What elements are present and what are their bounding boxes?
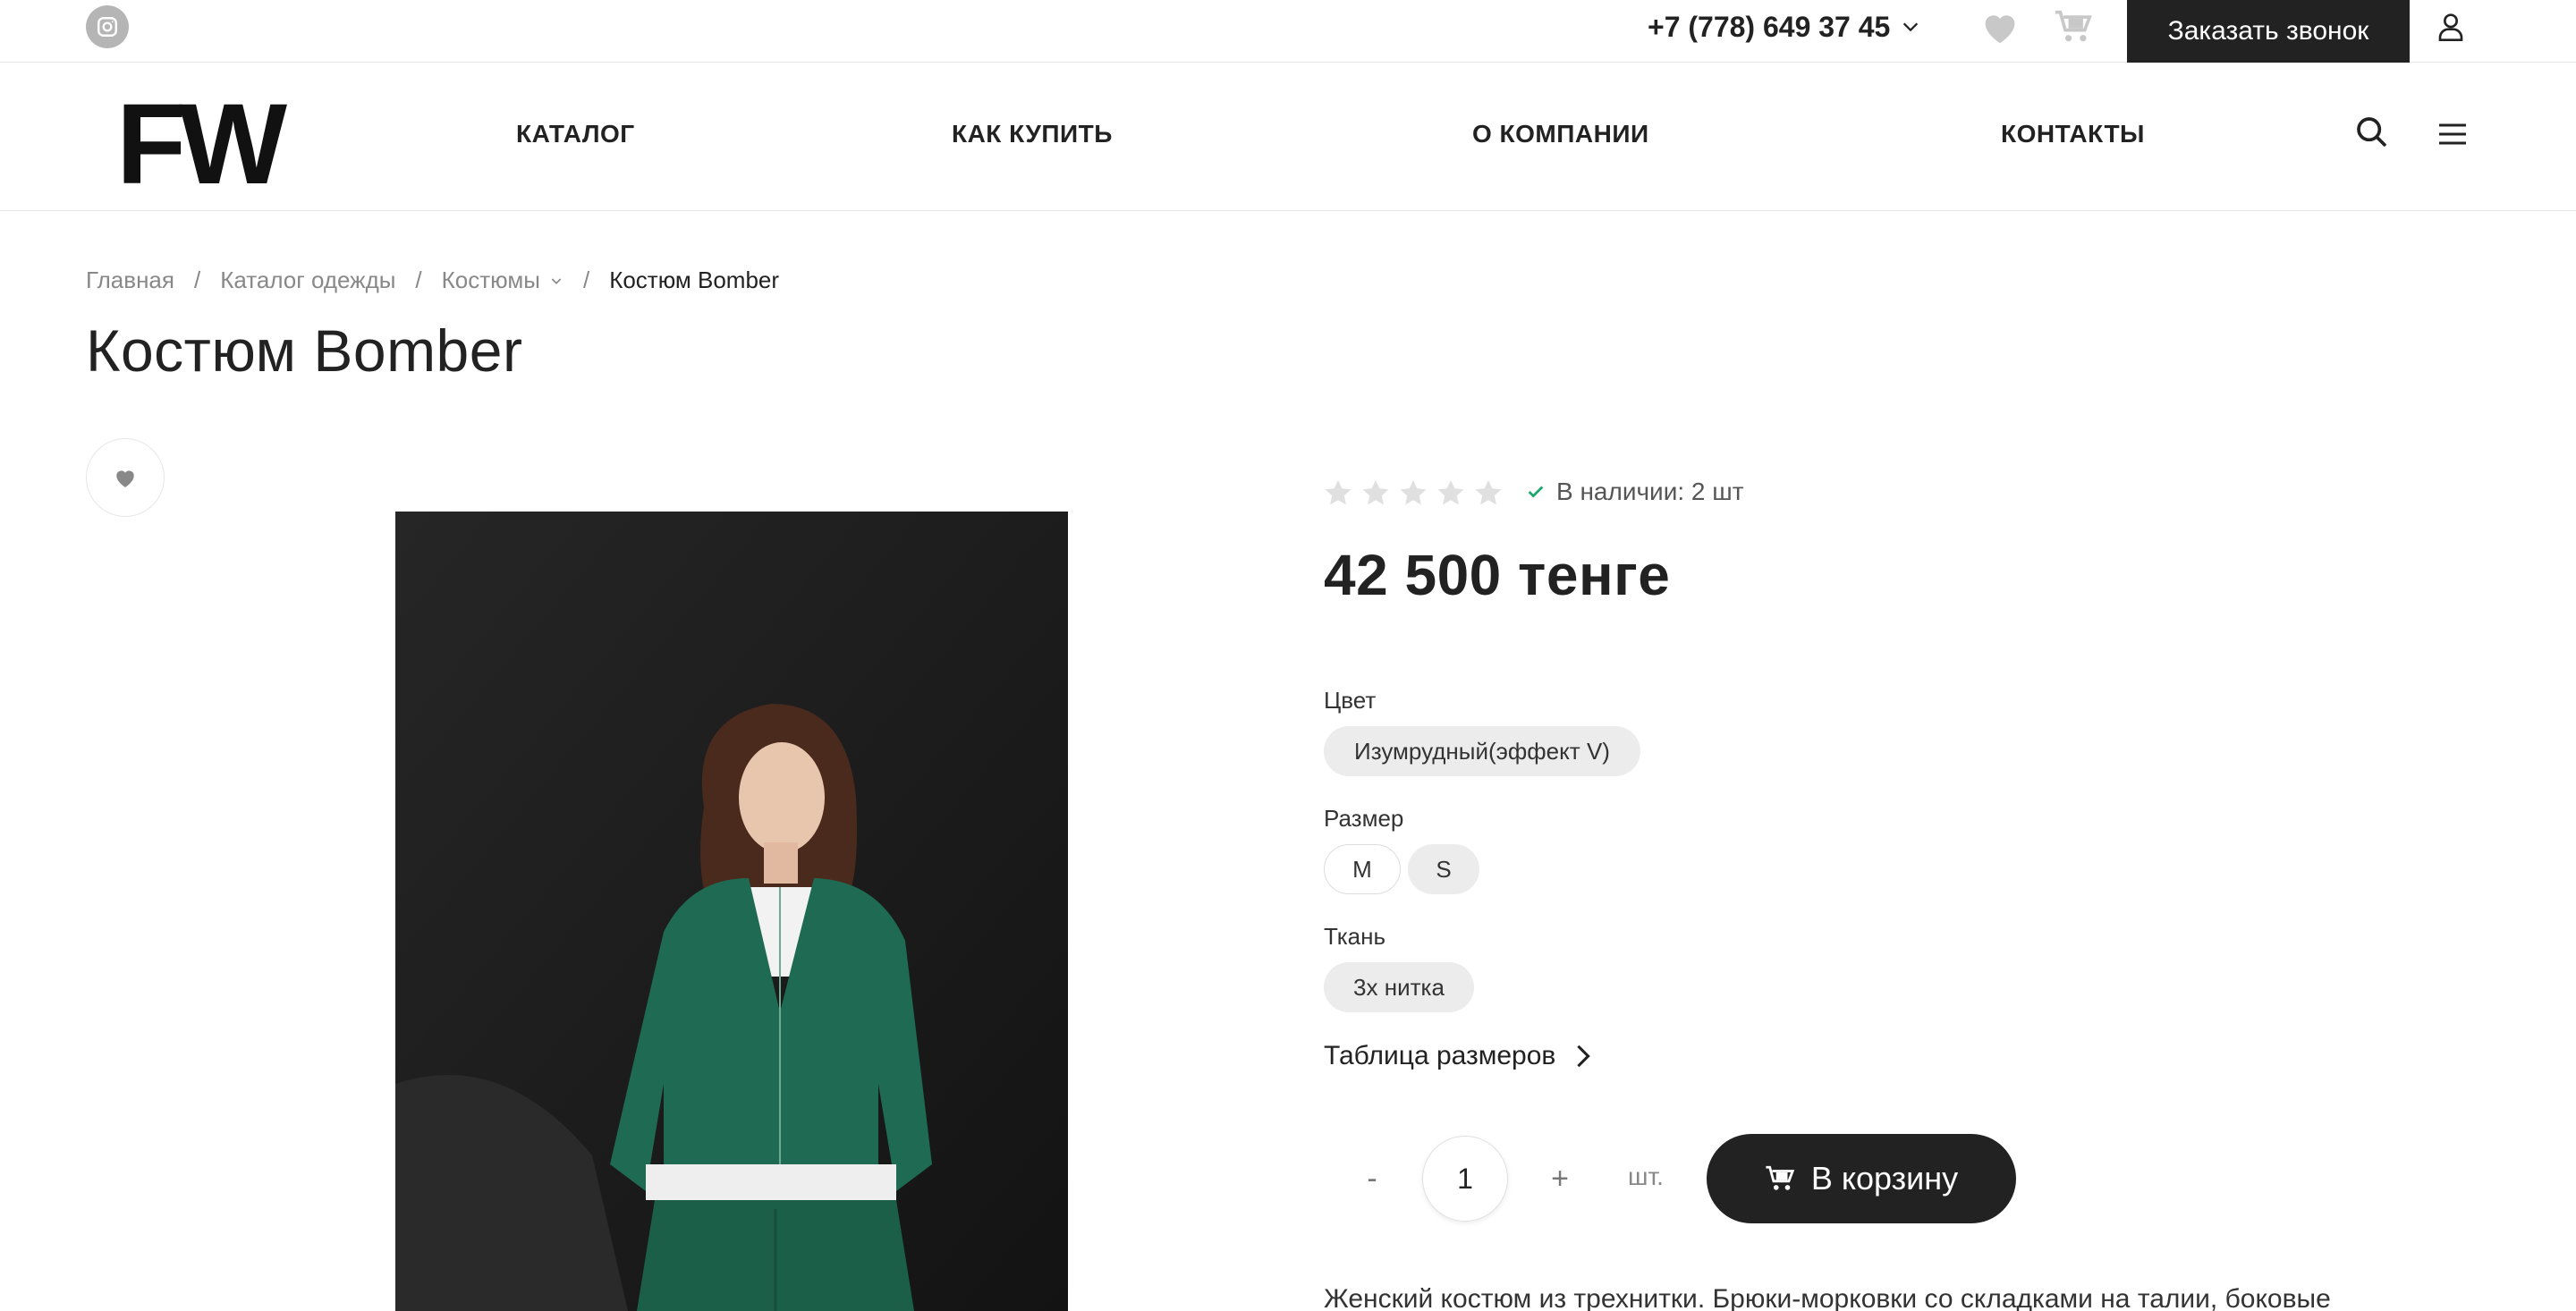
quantity-input[interactable]: 1: [1422, 1136, 1508, 1222]
breadcrumb-catalog[interactable]: Каталог одежды: [220, 266, 395, 294]
size-label: Размер: [1324, 805, 1404, 832]
fabric-label: Ткань: [1324, 923, 1386, 950]
nav-contacts[interactable]: КОНТАКТЫ: [2001, 120, 2145, 148]
heart-icon: [116, 470, 134, 487]
site-logo[interactable]: FW: [116, 88, 287, 202]
product-photo[interactable]: [395, 512, 1068, 1311]
star-icon[interactable]: [1435, 478, 1467, 508]
add-to-cart-label: В корзину: [1810, 1160, 1959, 1197]
size-table-link[interactable]: Таблица размеров: [1324, 1041, 1591, 1071]
cart-icon: [1766, 1165, 1795, 1190]
chevron-down-icon[interactable]: [549, 274, 564, 288]
breadcrumb-current: Костюм Bomber: [609, 266, 780, 293]
star-icon[interactable]: [1397, 478, 1429, 508]
star-icon[interactable]: [1472, 478, 1504, 508]
quantity-increase-button[interactable]: +: [1542, 1154, 1578, 1204]
callback-button[interactable]: Заказать звонок: [2127, 0, 2410, 63]
color-option[interactable]: Изумрудный(эффект V): [1324, 726, 1640, 776]
quantity-unit: шт.: [1628, 1163, 1664, 1190]
hamburger-menu-icon[interactable]: [2435, 116, 2474, 156]
nav-catalog[interactable]: КАТАЛОГ: [516, 120, 635, 148]
breadcrumb-separator: /: [582, 266, 590, 293]
nav-how-to-buy[interactable]: КАК КУПИТЬ: [952, 120, 1113, 148]
fabric-option[interactable]: 3х нитка: [1324, 962, 1474, 1012]
size-option-m[interactable]: M: [1324, 844, 1401, 894]
breadcrumb-suits[interactable]: Костюмы: [442, 266, 540, 294]
top-bar: +7 (778) 649 37 45 Заказать звонок: [0, 0, 2576, 63]
phone-number[interactable]: +7 (778) 649 37 45: [1648, 11, 1890, 44]
chevron-right-icon: [1577, 1045, 1591, 1068]
rating-stars[interactable]: [1322, 478, 1504, 508]
nav-about[interactable]: О КОМПАНИИ: [1472, 120, 1649, 148]
add-to-favorites-button[interactable]: [86, 438, 165, 517]
breadcrumb: Главная / Каталог одежды / Костюмы / Кос…: [86, 266, 779, 294]
stock-status: В наличии: 2 шт: [1526, 478, 1744, 506]
breadcrumb-home[interactable]: Главная: [86, 266, 174, 294]
stock-text: В наличии: 2 шт: [1556, 478, 1744, 505]
breadcrumb-separator: /: [415, 266, 422, 293]
size-table-label[interactable]: Таблица размеров: [1324, 1041, 1555, 1071]
product-description: Женский костюм из трехнитки. Брюки-морко…: [1324, 1284, 2331, 1311]
star-icon[interactable]: [1322, 478, 1354, 508]
instagram-icon[interactable]: [86, 5, 129, 48]
main-header: FW КАТАЛОГ КАК КУПИТЬ О КОМПАНИИ КОНТАКТ…: [0, 63, 2576, 211]
size-option-s[interactable]: S: [1408, 844, 1479, 894]
add-to-cart-button[interactable]: В корзину: [1707, 1134, 2016, 1223]
star-icon[interactable]: [1360, 478, 1392, 508]
cart-icon[interactable]: [2054, 9, 2093, 45]
breadcrumb-separator: /: [193, 266, 201, 293]
user-account-icon[interactable]: [2431, 5, 2470, 48]
quantity-decrease-button[interactable]: -: [1354, 1154, 1390, 1204]
product-price: 42 500 тенге: [1324, 543, 1671, 607]
phone-dropdown[interactable]: +7 (778) 649 37 45: [1648, 9, 1920, 45]
chevron-down-icon: [1903, 22, 1919, 32]
search-icon[interactable]: [2354, 114, 2394, 154]
favorites-heart-icon[interactable]: [1980, 9, 2020, 45]
color-label: Цвет: [1324, 687, 1377, 714]
page-title: Костюм Bomber: [86, 317, 523, 384]
check-icon: [1528, 486, 1544, 498]
